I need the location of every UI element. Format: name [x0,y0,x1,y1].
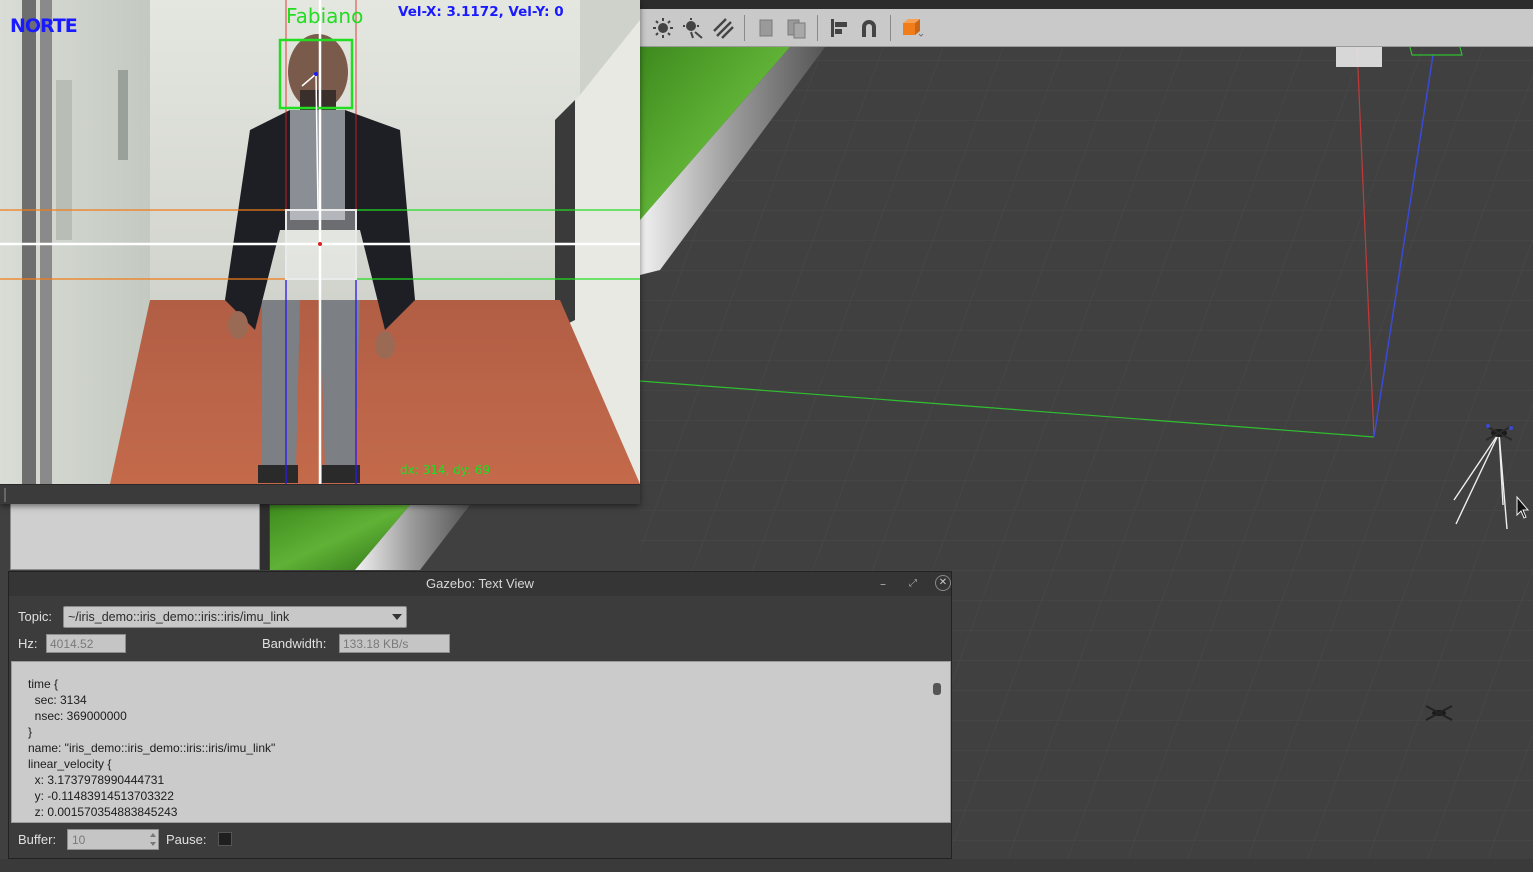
chevron-down-icon [392,614,402,620]
spot-light-icon[interactable] [711,16,735,40]
white-block [1336,47,1382,67]
message-lines: time { sec: 3134 nsec: 369000000} name: "… [28,676,275,820]
align-icon[interactable] [827,16,851,40]
toolbar-separator [744,14,745,41]
camera-window-statusbar [0,484,640,504]
copy-icon[interactable] [754,16,778,40]
topic-dropdown-value: ~/iris_demo::iris_demo::iris::iris/imu_l… [68,610,290,624]
point-light-icon[interactable] [681,16,705,40]
buffer-spinbox[interactable]: 10 [67,829,159,850]
message-line: y: -0.11483914513703322 [28,789,174,803]
message-line: nsec: 369000000 [28,709,127,723]
gazebo-toolbar [640,9,1533,47]
bandwidth-label: Bandwidth: [262,636,327,651]
heading-label: NORTE [10,15,78,37]
bottom-strip [0,859,1533,872]
message-line: x: 3.1737978990444731 [28,773,165,787]
hz-field: 4014.52 [46,634,126,653]
maximize-icon[interactable]: ⤢ [904,575,922,593]
desktop-root: NORTE Fabiano Vel-X: 3.1172, Vel-Y: 0 dx… [0,0,1533,872]
toolbar-separator [890,14,891,41]
toolbar-separator [817,14,818,41]
camera-feed-window: NORTE Fabiano Vel-X: 3.1172, Vel-Y: 0 dx… [0,0,640,504]
text-view-dialog: Gazebo: Text View – ⤢ ✕ Topic: ~/iris_de… [8,571,952,859]
buffer-value: 10 [72,833,86,847]
message-line: time { [28,677,59,691]
topic-dropdown[interactable]: ~/iris_demo::iris_demo::iris::iris/imu_l… [63,606,407,628]
magnet-snap-icon[interactable] [857,16,881,40]
close-icon[interactable]: ✕ [935,575,951,591]
message-text-area[interactable]: time { sec: 3134 nsec: 369000000} name: "… [11,661,951,823]
hz-label: Hz: [18,636,38,651]
bandwidth-field: 133.18 KB/s [339,634,450,653]
person-name-label: Fabiano [286,4,364,28]
offset-readout: dx: 314, dy: 69 [400,463,491,477]
scrollbar-handle[interactable] [933,683,941,695]
message-line: z: 0.001570354883845243 [28,805,178,819]
message-line: name: "iris_demo::iris_demo::iris::iris/… [28,741,276,755]
minimize-icon[interactable]: – [874,575,892,593]
message-line: sec: 3134 [28,693,87,707]
left-side-panel [10,500,260,570]
dialog-titlebar[interactable]: Gazebo: Text View – ⤢ ✕ [9,572,951,596]
pause-checkbox[interactable] [218,832,232,846]
sun-light-icon[interactable] [651,16,675,40]
message-line: } [28,725,33,739]
paste-icon[interactable] [784,16,808,40]
velocity-readout: Vel-X: 3.1172, Vel-Y: 0 [398,4,564,20]
spin-down-icon[interactable] [150,842,156,846]
camera-feed-image: NORTE Fabiano Vel-X: 3.1172, Vel-Y: 0 dx… [0,0,640,484]
resize-grip[interactable] [4,488,6,502]
spin-up-icon[interactable] [150,833,156,837]
view-angle-icon[interactable] [900,16,924,40]
pause-label: Pause: [166,832,207,847]
dialog-title: Gazebo: Text View [426,576,534,591]
topic-label: Topic: [18,609,52,624]
panel-splitter[interactable] [260,500,269,570]
buffer-label: Buffer: [18,832,57,847]
message-line: linear_velocity { [28,757,112,771]
camera-scene [0,0,640,484]
